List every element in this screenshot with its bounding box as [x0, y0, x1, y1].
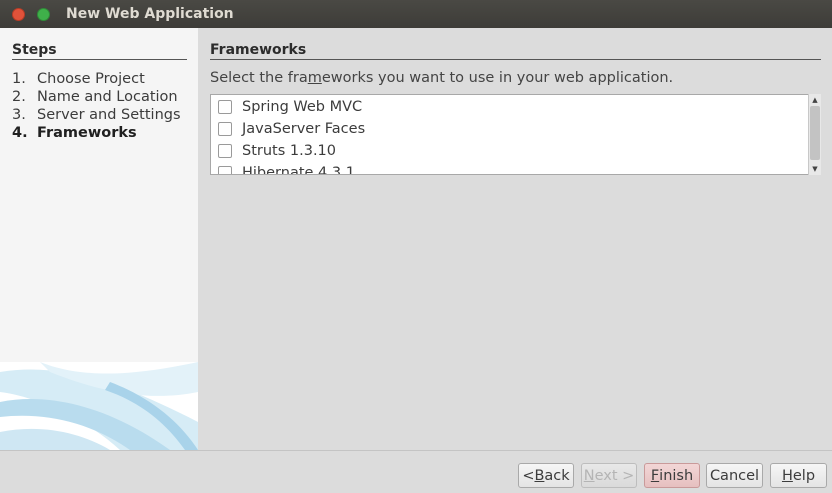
cancel-button-label: Cancel [709, 467, 760, 484]
finish-button-label: inish [659, 467, 694, 484]
framework-item-hibernate[interactable]: Hibernate 4.3.1 [218, 162, 355, 175]
step-item-server-settings: 3. Server and Settings [12, 106, 181, 124]
steps-heading: Steps [12, 42, 187, 60]
step-number: 3. [12, 107, 26, 123]
instruction-mnemonic: m [307, 70, 322, 86]
back-button-label: ack [544, 467, 570, 484]
scrollbar-thumb[interactable] [810, 106, 820, 160]
scroll-up-arrow-icon[interactable]: ▲ [809, 95, 821, 105]
framework-item-struts[interactable]: Struts 1.3.10 [218, 140, 336, 162]
step-item-name-location: 2. Name and Location [12, 88, 181, 106]
back-button-mnemonic: B [534, 467, 545, 484]
back-button-prefix: < [522, 467, 535, 484]
maximize-window-button[interactable] [37, 8, 50, 21]
back-button[interactable]: < Back [518, 463, 574, 488]
framework-label: Struts 1.3.10 [242, 143, 337, 159]
button-bar: < Back Next > Finish Cancel Help [0, 450, 832, 493]
step-label: Frameworks [37, 125, 137, 141]
framework-label: Hibernate 4.3.1 [242, 165, 355, 175]
frameworks-panel: Frameworks Select the frameworks you wan… [198, 28, 832, 450]
cancel-button[interactable]: Cancel [706, 463, 763, 488]
step-item-frameworks: 4. Frameworks [12, 124, 181, 142]
panel-title: Frameworks [210, 42, 821, 60]
framework-label: JavaServer Faces [242, 121, 366, 137]
framework-checkbox[interactable] [218, 122, 232, 136]
framework-checkbox[interactable] [218, 144, 232, 158]
framework-checkbox[interactable] [218, 100, 232, 114]
instruction-text-end: eworks you want to use in your web appli… [321, 70, 674, 86]
step-label: Choose Project [37, 71, 145, 87]
step-number: 4. [12, 125, 28, 141]
help-button-label: elp [792, 467, 816, 484]
next-button-mnemonic: N [583, 467, 595, 484]
step-number: 1. [12, 71, 26, 87]
help-button[interactable]: Help [770, 463, 827, 488]
scroll-down-arrow-icon[interactable]: ▼ [809, 164, 821, 174]
framework-item-javaserver-faces[interactable]: JavaServer Faces [218, 118, 365, 140]
framework-item-spring-web-mvc[interactable]: Spring Web MVC [218, 96, 362, 118]
step-label: Server and Settings [37, 107, 181, 123]
steps-panel: Steps 1. Choose Project 2. Name and Loca… [0, 28, 198, 450]
frameworks-scrollbar[interactable]: ▲ ▼ [808, 94, 821, 175]
window-title: New Web Application [66, 6, 234, 22]
instruction-text-start: Select the fra [210, 70, 308, 86]
finish-button-mnemonic: F [650, 467, 660, 484]
help-button-mnemonic: H [781, 467, 793, 484]
framework-label: Spring Web MVC [242, 99, 363, 115]
wizard-decoration-image [0, 362, 198, 450]
steps-list: 1. Choose Project 2. Name and Location 3… [12, 70, 181, 142]
instruction-text: Select the frameworks you want to use in… [210, 70, 673, 86]
framework-checkbox[interactable] [218, 166, 232, 174]
next-button[interactable]: Next > [581, 463, 637, 488]
frameworks-list[interactable]: Spring Web MVC JavaServer Faces Struts 1… [210, 94, 821, 175]
title-bar: New Web Application [0, 0, 832, 28]
next-button-label: ext > [594, 467, 635, 484]
close-window-button[interactable] [12, 8, 25, 21]
finish-button[interactable]: Finish [644, 463, 700, 488]
step-item-choose-project: 1. Choose Project [12, 70, 181, 88]
step-number: 2. [12, 89, 26, 105]
step-label: Name and Location [37, 89, 178, 105]
